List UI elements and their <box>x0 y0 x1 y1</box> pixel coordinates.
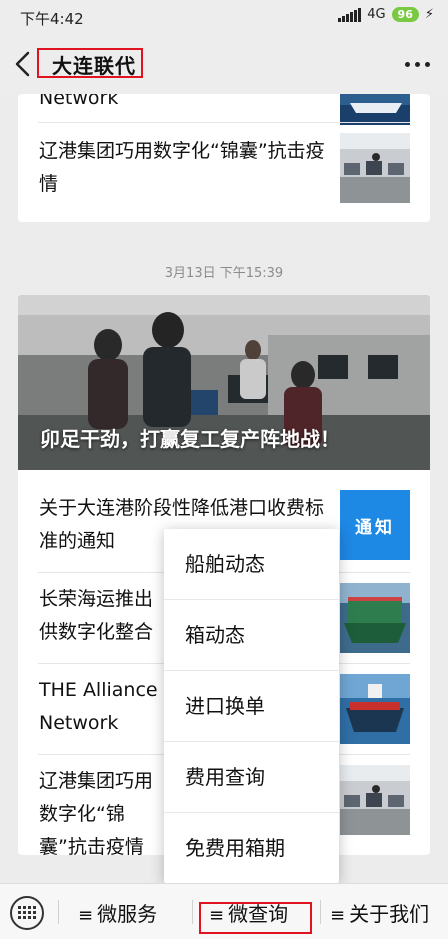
message-timestamp: 3月13日 下午15:39 <box>164 266 284 281</box>
bottom-menu-label: 关于我们 <box>349 902 430 926</box>
menu-icon: ≡ <box>330 905 346 926</box>
status-time: 下午4:42 <box>20 10 84 28</box>
menu-item-vessel-status[interactable]: 船舶动态 <box>164 529 339 600</box>
article-title: 辽港集团巧用数字化“锦囊”抗击疫情 <box>39 770 154 855</box>
article-title: Network <box>39 94 119 109</box>
office-thumbnail <box>340 765 410 835</box>
bottom-menu-about[interactable]: ≡ 关于我们 <box>330 898 429 927</box>
menu-item-free-container-period[interactable]: 免费用箱期 <box>164 813 339 883</box>
list-item[interactable]: Network <box>18 94 430 125</box>
list-item[interactable]: 辽港集团巧用数字化“锦囊”抗击疫情 <box>18 123 430 213</box>
divider <box>58 900 59 924</box>
divider <box>320 900 321 924</box>
active-menu-highlight <box>199 902 312 934</box>
article-card-top: Network 辽港集团巧用数字化“锦囊”抗击疫情 <box>18 94 430 222</box>
signal-icon <box>338 7 362 22</box>
article-title: 长荣海运推出供数字化整合 <box>39 588 154 643</box>
article-title: 辽港集团巧用数字化“锦囊”抗击疫情 <box>39 140 325 195</box>
hero-caption: 卯足干劲，打赢复工复产阵地战！ <box>40 427 340 451</box>
menu-item-import-exchange[interactable]: 进口换单 <box>164 671 339 742</box>
article-title: THE Alliance Network <box>39 679 158 734</box>
office-thumbnail <box>340 133 410 203</box>
bottom-menu-services[interactable]: ≡ 微服务 <box>78 898 157 927</box>
bottom-menu-label: 微服务 <box>97 902 158 926</box>
status-bar: 下午4:42 4G 96 ⚡ <box>0 0 448 34</box>
back-arrow-icon[interactable] <box>12 50 36 78</box>
battery-icon: 96 <box>391 7 419 22</box>
keyboard-icon[interactable] <box>10 896 44 930</box>
page-title: 大连联代 <box>52 54 136 78</box>
hero-article[interactable]: 卯足干劲，打赢复工复产阵地战！ <box>18 295 430 470</box>
notice-thumbnail: 通知 <box>340 490 410 560</box>
more-icon[interactable] <box>405 62 430 67</box>
charging-icon: ⚡ <box>424 7 434 22</box>
menu-icon: ≡ <box>78 905 94 926</box>
notice-thumbnail-label: 通知 <box>355 517 395 538</box>
divider <box>192 900 193 924</box>
menu-item-fee-query[interactable]: 费用查询 <box>164 742 339 813</box>
query-submenu: 船舶动态 箱动态 进口换单 费用查询 免费用箱期 <box>164 529 339 883</box>
ship-thumbnail <box>340 583 410 653</box>
header: 大连联代 <box>0 34 448 94</box>
network-type: 4G <box>367 7 386 22</box>
menu-item-container-status[interactable]: 箱动态 <box>164 600 339 671</box>
ship-thumbnail <box>340 674 410 744</box>
